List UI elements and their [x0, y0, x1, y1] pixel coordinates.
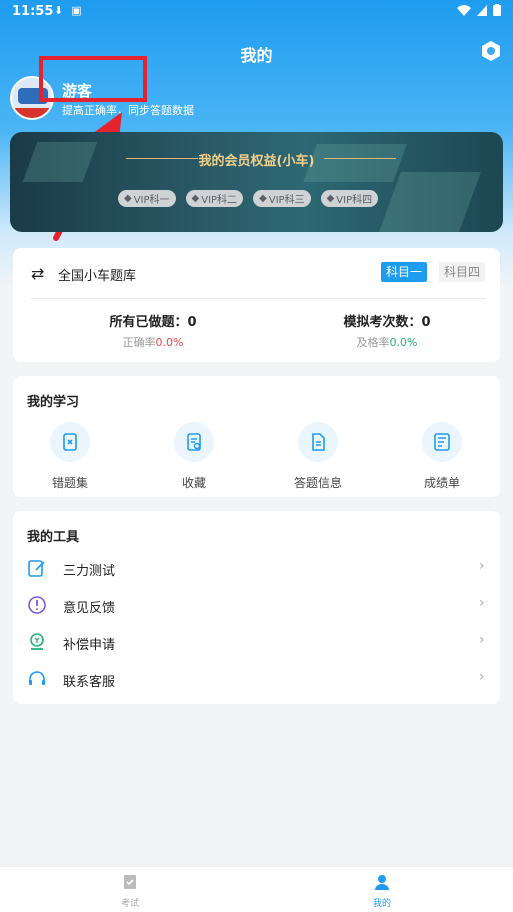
compensation-icon [30, 633, 44, 650]
favorites-button[interactable]: 收藏 [149, 422, 239, 491]
diamond-icon: ◆ [259, 193, 267, 204]
tab-exam[interactable]: 考试 [100, 873, 160, 909]
diamond-icon: ◆ [326, 193, 335, 204]
tool-customer-service[interactable]: 联系客服 › [13, 661, 500, 698]
wrong-book-icon [63, 433, 77, 451]
chevron-right-icon: › [479, 558, 485, 574]
accuracy-rate: 正确率0.0% [122, 336, 184, 349]
swap-icon[interactable]: ⇄ [31, 264, 44, 283]
vip-chip-2[interactable]: ◆ VIP科二 [185, 190, 244, 207]
vip-chip-3[interactable]: ◆ VIP科三 [253, 190, 311, 207]
done-count: 所有已做题：0 [109, 315, 197, 330]
edit-icon [28, 560, 45, 577]
vip-chip-1[interactable]: ◆ VIP科一 [118, 190, 176, 207]
alert-circle-icon [28, 596, 46, 614]
exam-count: 模拟考次数：0 [343, 315, 431, 330]
chevron-right-icon: › [479, 669, 485, 685]
tool-feedback[interactable]: 意见反馈 › [13, 587, 500, 624]
diamond-icon: ◆ [124, 193, 132, 204]
question-bank-card: ⇄ 全国小车题库 科目一 科目四 所有已做题：0 正确率0.0% 模拟考次数：0… [13, 248, 500, 362]
tab-subject-4[interactable]: 科目四 [439, 262, 486, 282]
tool-compensation[interactable]: 补偿申请 › [13, 624, 500, 661]
chevron-right-icon: › [479, 632, 485, 648]
section-title-study: 我的学习 [27, 395, 80, 410]
vip-benefits-card[interactable]: 我的会员权益(小车) ◆ VIP科一 ◆ VIP科二 ◆ VIP科三 ◆ VIP科四 [10, 132, 503, 232]
tab-mine[interactable]: 我的 [352, 873, 412, 909]
bottom-tab-bar: 考试 我的 [0, 866, 513, 912]
divider [31, 298, 486, 299]
pass-rate: 及格率0.0% [356, 336, 418, 349]
user-icon [375, 875, 389, 890]
section-title-tools: 我的工具 [27, 530, 80, 545]
my-tools-card: 我的工具 三力测试 › 意见反馈 › 补偿申请 › 联系客服 › [13, 511, 500, 704]
bank-name[interactable]: 全国小车题库 [58, 265, 136, 284]
score-report-icon [434, 433, 450, 451]
diamond-icon: ◆ [191, 193, 200, 204]
wrong-questions-button[interactable]: 错题集 [25, 422, 115, 491]
tool-three-ability-test[interactable]: 三力测试 › [13, 550, 500, 587]
my-study-card: 我的学习 错题集 收藏 答题信息 成绩单 [13, 376, 500, 497]
vip-chip-4[interactable]: ◆ VIP科四 [320, 190, 379, 207]
tab-subject-1[interactable]: 科目一 [381, 262, 428, 282]
star-doc-icon [187, 433, 201, 451]
transcript-button[interactable]: 成绩单 [397, 422, 487, 491]
document-icon [312, 433, 325, 451]
answer-info-button[interactable]: 答题信息 [273, 422, 363, 491]
exam-icon [124, 875, 136, 889]
headset-icon [29, 671, 45, 685]
chevron-right-icon: › [479, 595, 485, 611]
vip-title: 我的会员权益(小车) [198, 154, 315, 169]
